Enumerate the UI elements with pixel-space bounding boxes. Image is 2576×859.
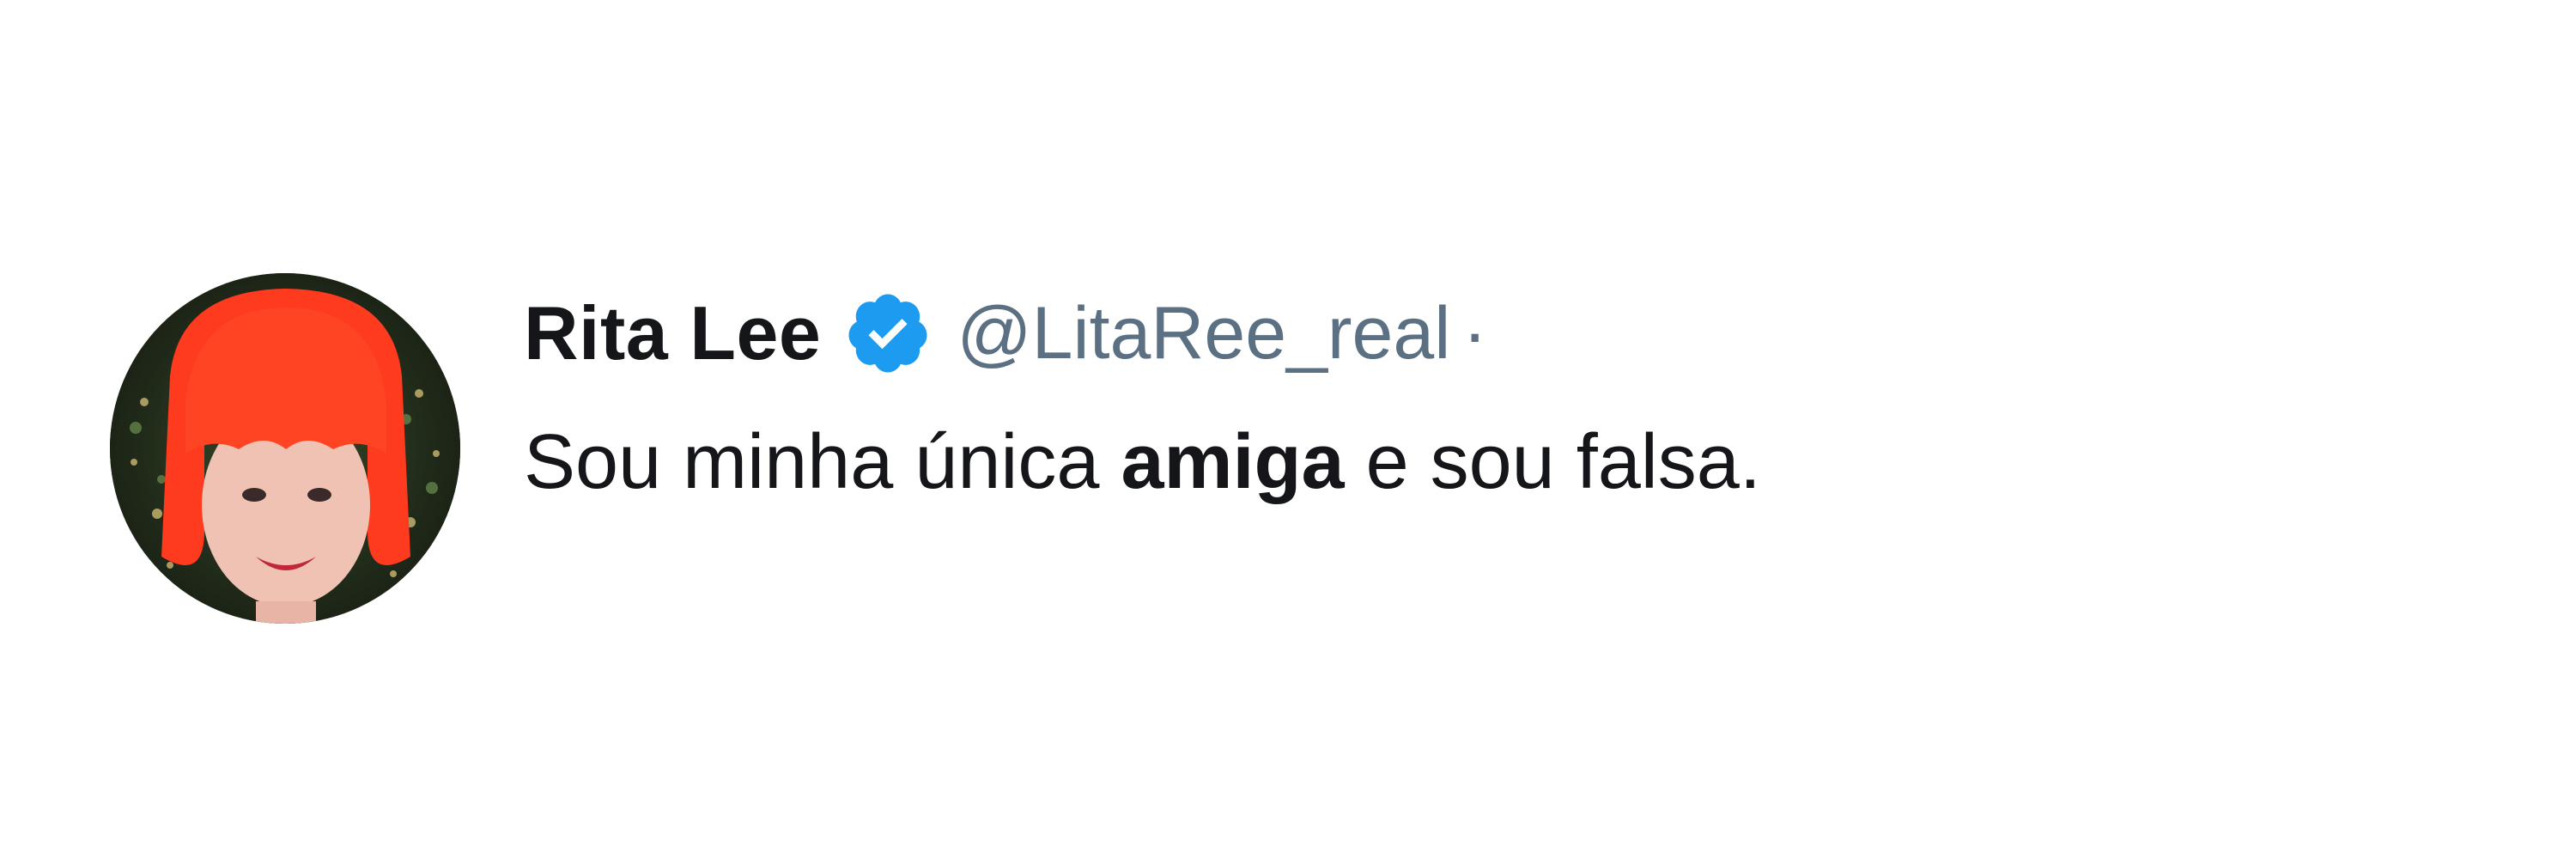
tweet-text-emphasis: amiga xyxy=(1121,419,1345,505)
verified-badge-icon xyxy=(843,289,933,378)
avatar-image xyxy=(110,273,460,624)
tweet-content: Rita Lee @LitaRee_real · Sou minha única… xyxy=(524,273,2413,514)
tweet-header: Rita Lee @LitaRee_real · xyxy=(524,273,2413,393)
avatar[interactable] xyxy=(110,273,460,624)
tweet-text: Sou minha única amiga e sou falsa. xyxy=(524,411,2413,514)
tweet-text-after: e sou falsa. xyxy=(1344,419,1761,505)
tweet-card[interactable]: Rita Lee @LitaRee_real · Sou minha única… xyxy=(110,273,2428,634)
user-handle[interactable]: @LitaRee_real xyxy=(957,291,1450,376)
separator-dot: · xyxy=(1462,291,1487,375)
tweet-text-before: Sou minha única xyxy=(524,419,1121,505)
display-name[interactable]: Rita Lee xyxy=(524,289,821,377)
